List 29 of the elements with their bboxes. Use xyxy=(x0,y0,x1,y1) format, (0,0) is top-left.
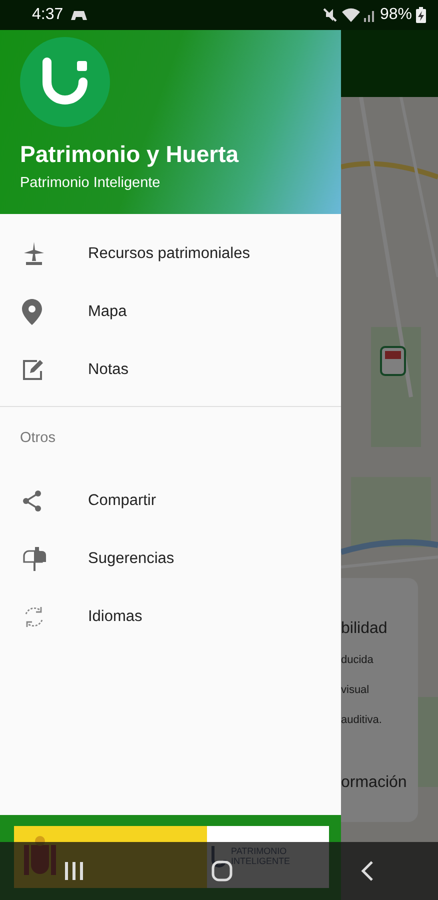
card-text: ducida xyxy=(341,654,374,666)
home-icon[interactable] xyxy=(210,860,233,882)
battery-percentage: 98% xyxy=(380,6,412,24)
menu-item[interactable]: Notas xyxy=(0,341,341,399)
card-link[interactable]: ormación xyxy=(341,774,418,792)
menu-item[interactable]: Compartir xyxy=(0,472,341,530)
section-heading: Otros xyxy=(19,429,56,448)
mute-icon xyxy=(322,7,338,23)
mailbox-icon xyxy=(22,546,48,572)
drawer-title: Patrimonio y Huerta xyxy=(20,141,240,168)
wifi-icon xyxy=(342,8,360,22)
card-text: auditiva. xyxy=(341,714,383,726)
menu-item[interactable]: Idiomas xyxy=(0,588,341,646)
drawer-subtitle: Patrimonio Inteligente xyxy=(20,175,162,191)
back-icon[interactable] xyxy=(360,860,374,882)
menu-item[interactable]: Mapa xyxy=(0,283,341,341)
monument-icon xyxy=(22,241,46,267)
card-title: bilidad xyxy=(341,620,388,638)
share-icon xyxy=(22,490,42,512)
recent-apps-icon[interactable] xyxy=(64,862,84,880)
battery-charging-icon xyxy=(416,7,426,23)
signal-icon xyxy=(364,8,376,22)
edit-icon xyxy=(22,359,46,381)
menu-item[interactable]: Recursos patrimoniales xyxy=(0,225,341,283)
card-text: visual xyxy=(341,684,370,696)
controller-icon xyxy=(71,9,88,21)
clock: 4:37 xyxy=(32,6,64,24)
menu-item[interactable]: Sugerencias xyxy=(0,530,341,588)
location-pin-icon xyxy=(22,299,42,325)
